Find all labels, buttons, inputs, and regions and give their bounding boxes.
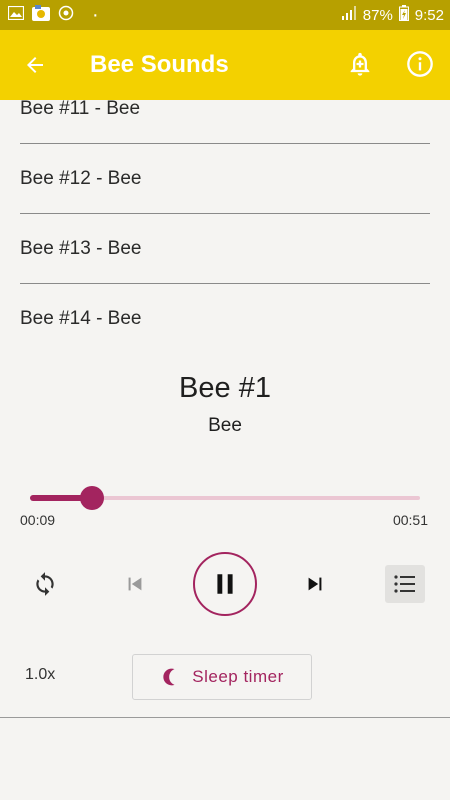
app-bar: Bee Sounds bbox=[0, 30, 450, 100]
repeat-icon bbox=[36, 572, 54, 596]
info-button[interactable] bbox=[404, 48, 436, 80]
add-alarm-button[interactable] bbox=[344, 48, 376, 80]
track-list: Bee #11 - Bee Bee #12 - Bee Bee #13 - Be… bbox=[0, 100, 450, 348]
list-icon bbox=[394, 575, 415, 593]
seek-bar-thumb[interactable] bbox=[80, 486, 105, 510]
pause-icon bbox=[217, 574, 233, 594]
gallery-notification-icon bbox=[7, 5, 25, 24]
sleep-timer-label: Sleep timer bbox=[192, 667, 284, 686]
sleep-timer-button[interactable]: Sleep timer bbox=[132, 654, 312, 700]
app-notification-icon bbox=[32, 5, 50, 25]
clock: 9:52 bbox=[414, 6, 444, 24]
info-icon bbox=[407, 51, 433, 77]
playback-speed[interactable]: 1.0x bbox=[25, 666, 55, 684]
now-playing-title: Bee #1 bbox=[179, 372, 271, 404]
list-item[interactable]: Bee #13 - Bee bbox=[20, 214, 430, 284]
previous-button[interactable] bbox=[118, 567, 152, 601]
back-button[interactable] bbox=[20, 50, 50, 80]
list-item[interactable]: Bee #11 - Bee bbox=[20, 100, 430, 144]
current-time: 00:09 bbox=[20, 512, 56, 528]
pause-button[interactable] bbox=[193, 552, 257, 616]
arrow-left-icon bbox=[27, 57, 43, 73]
skip-next-icon bbox=[308, 577, 322, 591]
alarm-add-icon bbox=[350, 52, 370, 76]
now-playing-artist: Bee bbox=[208, 415, 242, 436]
list-item[interactable]: Bee #12 - Bee bbox=[20, 144, 430, 214]
next-button[interactable] bbox=[298, 567, 332, 601]
divider bbox=[0, 717, 450, 718]
notification-dot: · bbox=[92, 3, 99, 26]
repeat-button[interactable] bbox=[28, 567, 62, 601]
battery-percent: 87% bbox=[362, 6, 393, 24]
page-title: Bee Sounds bbox=[90, 51, 229, 78]
status-bar: · 87% 9:52 bbox=[0, 0, 450, 30]
list-item[interactable]: Bee #14 - Bee bbox=[20, 284, 430, 348]
skip-previous-icon bbox=[128, 577, 142, 591]
sync-notification-icon bbox=[58, 5, 74, 25]
battery-charging-icon bbox=[398, 5, 409, 25]
signal-icon bbox=[341, 6, 357, 24]
playlist-button[interactable] bbox=[385, 565, 425, 603]
moon-icon bbox=[163, 668, 175, 686]
total-time: 00:51 bbox=[392, 512, 428, 528]
